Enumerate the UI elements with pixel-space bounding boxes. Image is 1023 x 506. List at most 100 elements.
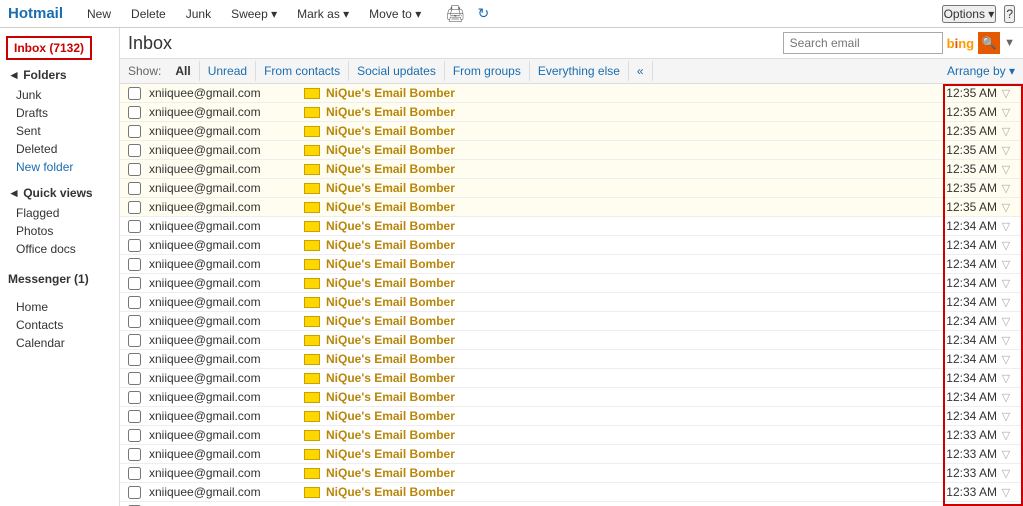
- table-row[interactable]: xniiquee@gmail.com NiQue's Email Bomber …: [120, 160, 1023, 179]
- filter-tab-everythingelse[interactable]: Everything else: [530, 61, 629, 81]
- row-checkbox[interactable]: [128, 87, 141, 100]
- row-checkbox[interactable]: [128, 239, 141, 252]
- delete-button[interactable]: Delete: [127, 5, 170, 23]
- table-row[interactable]: xniiquee@gmail.com NiQue's Email Bomber …: [120, 407, 1023, 426]
- table-row[interactable]: xniiquee@gmail.com NiQue's Email Bomber …: [120, 198, 1023, 217]
- table-row[interactable]: xniiquee@gmail.com NiQue's Email Bomber …: [120, 312, 1023, 331]
- search-input[interactable]: [783, 32, 943, 54]
- flag-icon[interactable]: ▽: [997, 467, 1015, 480]
- flag-icon[interactable]: ▽: [997, 486, 1015, 499]
- row-checkbox[interactable]: [128, 410, 141, 423]
- row-checkbox[interactable]: [128, 353, 141, 366]
- table-row[interactable]: xniiquee@gmail.com NiQue's Email Bomber …: [120, 141, 1023, 160]
- sweep-button[interactable]: Sweep ▾: [227, 5, 281, 23]
- search-button[interactable]: 🔍: [978, 32, 1000, 54]
- sidebar-item-calendar[interactable]: Calendar: [0, 334, 119, 352]
- filter-tab-fromgroups[interactable]: From groups: [445, 61, 530, 81]
- flag-icon[interactable]: ▽: [997, 182, 1015, 195]
- table-row[interactable]: xniiquee@gmail.com NiQue's Email Bomber …: [120, 350, 1023, 369]
- sidebar-item-photos[interactable]: Photos: [0, 222, 119, 240]
- sidebar-item-officedocs[interactable]: Office docs: [0, 240, 119, 258]
- row-checkbox[interactable]: [128, 467, 141, 480]
- table-row[interactable]: xniiquee@gmail.com NiQue's Email Bomber …: [120, 331, 1023, 350]
- sidebar-item-flagged[interactable]: Flagged: [0, 204, 119, 222]
- flag-icon[interactable]: ▽: [997, 163, 1015, 176]
- flag-icon[interactable]: ▽: [997, 201, 1015, 214]
- table-row[interactable]: xniiquee@gmail.com NiQue's Email Bomber …: [120, 84, 1023, 103]
- table-row[interactable]: xniiquee@gmail.com NiQue's Email Bomber …: [120, 217, 1023, 236]
- row-checkbox[interactable]: [128, 125, 141, 138]
- refresh-icon[interactable]: ↻: [478, 5, 490, 22]
- flag-icon[interactable]: ▽: [997, 125, 1015, 138]
- flag-icon[interactable]: ▽: [997, 296, 1015, 309]
- sidebar-item-newfolder[interactable]: New folder: [0, 158, 119, 176]
- flag-icon[interactable]: ▽: [997, 410, 1015, 423]
- help-button[interactable]: ?: [1004, 5, 1015, 23]
- row-checkbox[interactable]: [128, 258, 141, 271]
- flag-icon[interactable]: ▽: [997, 429, 1015, 442]
- flag-icon[interactable]: ▽: [997, 448, 1015, 461]
- arrange-by-button[interactable]: Arrange by ▾: [947, 64, 1015, 78]
- flag-icon[interactable]: ▽: [997, 277, 1015, 290]
- table-row[interactable]: xniiquee@gmail.com NiQue's Email Bomber …: [120, 103, 1023, 122]
- row-checkbox[interactable]: [128, 201, 141, 214]
- moveto-button[interactable]: Move to ▾: [365, 5, 425, 23]
- row-checkbox[interactable]: [128, 277, 141, 290]
- filter-tab-fromcontacts[interactable]: From contacts: [256, 61, 349, 81]
- row-checkbox[interactable]: [128, 372, 141, 385]
- table-row[interactable]: xniiquee@gmail.com NiQue's Email Bomber …: [120, 236, 1023, 255]
- row-checkbox[interactable]: [128, 220, 141, 233]
- table-row[interactable]: xniiquee@gmail.com NiQue's Email Bomber …: [120, 179, 1023, 198]
- row-checkbox[interactable]: [128, 391, 141, 404]
- flag-icon[interactable]: ▽: [997, 144, 1015, 157]
- table-row[interactable]: xniiquee@gmail.com NiQue's Email Bomber …: [120, 483, 1023, 502]
- flag-icon[interactable]: ▽: [997, 334, 1015, 347]
- table-row[interactable]: xniiquee@gmail.com NiQue's Email Bomber …: [120, 502, 1023, 506]
- table-row[interactable]: xniiquee@gmail.com NiQue's Email Bomber …: [120, 369, 1023, 388]
- expand-search-icon[interactable]: ▼: [1004, 37, 1015, 49]
- table-row[interactable]: xniiquee@gmail.com NiQue's Email Bomber …: [120, 274, 1023, 293]
- markas-button[interactable]: Mark as ▾: [293, 5, 353, 23]
- row-checkbox[interactable]: [128, 429, 141, 442]
- filter-tab-all[interactable]: All: [167, 61, 199, 81]
- row-checkbox[interactable]: [128, 144, 141, 157]
- flag-icon[interactable]: ▽: [997, 391, 1015, 404]
- sidebar-item-deleted[interactable]: Deleted: [0, 140, 119, 158]
- sidebar-item-sent[interactable]: Sent: [0, 122, 119, 140]
- inbox-button[interactable]: Inbox (7132): [6, 36, 92, 60]
- row-checkbox[interactable]: [128, 163, 141, 176]
- row-checkbox[interactable]: [128, 315, 141, 328]
- row-checkbox[interactable]: [128, 182, 141, 195]
- table-row[interactable]: xniiquee@gmail.com NiQue's Email Bomber …: [120, 255, 1023, 274]
- filter-tab-unread[interactable]: Unread: [200, 61, 256, 81]
- print-icon[interactable]: 🖨: [445, 4, 465, 24]
- filter-tab-socialupdates[interactable]: Social updates: [349, 61, 445, 81]
- flag-icon[interactable]: ▽: [997, 353, 1015, 366]
- sidebar-item-home[interactable]: Home: [0, 298, 119, 316]
- flag-icon[interactable]: ▽: [997, 258, 1015, 271]
- row-checkbox[interactable]: [128, 486, 141, 499]
- table-row[interactable]: xniiquee@gmail.com NiQue's Email Bomber …: [120, 464, 1023, 483]
- flag-icon[interactable]: ▽: [997, 106, 1015, 119]
- table-row[interactable]: xniiquee@gmail.com NiQue's Email Bomber …: [120, 445, 1023, 464]
- row-checkbox[interactable]: [128, 334, 141, 347]
- flag-icon[interactable]: ▽: [997, 372, 1015, 385]
- table-row[interactable]: xniiquee@gmail.com NiQue's Email Bomber …: [120, 426, 1023, 445]
- flag-icon[interactable]: ▽: [997, 87, 1015, 100]
- folders-section-header[interactable]: ◄ Folders: [0, 64, 119, 86]
- junk-button[interactable]: Junk: [182, 5, 215, 23]
- options-button[interactable]: Options ▾: [942, 5, 997, 23]
- sidebar-item-contacts[interactable]: Contacts: [0, 316, 119, 334]
- row-checkbox[interactable]: [128, 296, 141, 309]
- flag-icon[interactable]: ▽: [997, 315, 1015, 328]
- flag-icon[interactable]: ▽: [997, 239, 1015, 252]
- new-button[interactable]: New: [83, 5, 115, 23]
- filter-tab-more[interactable]: «: [629, 61, 653, 81]
- row-checkbox[interactable]: [128, 106, 141, 119]
- row-checkbox[interactable]: [128, 448, 141, 461]
- messenger-header[interactable]: Messenger (1): [8, 272, 111, 286]
- quickviews-section-header[interactable]: ◄ Quick views: [0, 182, 119, 204]
- table-row[interactable]: xniiquee@gmail.com NiQue's Email Bomber …: [120, 293, 1023, 312]
- table-row[interactable]: xniiquee@gmail.com NiQue's Email Bomber …: [120, 122, 1023, 141]
- sidebar-item-junk[interactable]: Junk: [0, 86, 119, 104]
